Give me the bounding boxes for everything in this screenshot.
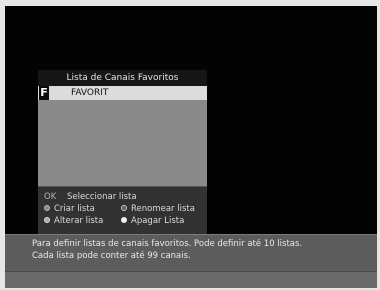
ok-action-label: Seleccionar lista [66,192,137,202]
favorite-tag-icon: F [39,86,49,100]
green-dot-icon [121,204,127,211]
delete-list-button[interactable]: Apagar Lista [121,216,184,227]
ok-hint: OK Seleccionar lista [44,192,137,203]
create-list-label: Criar lista [54,204,95,214]
create-list-button[interactable]: Criar lista [44,204,95,215]
info-text-line-1: Para definir listas de canais favoritos.… [32,239,303,249]
rename-list-label: Renomear lista [131,204,195,214]
bottom-bar [5,271,377,288]
alter-list-label: Alterar lista [54,216,104,226]
yellow-dot-icon [44,216,50,223]
favorites-panel: Lista de Canais Favoritos F FAVORIT OK S… [38,70,207,236]
favorites-list: F FAVORIT [38,86,207,186]
delete-list-label: Apagar Lista [131,216,185,226]
panel-title: Lista de Canais Favoritos [38,70,207,86]
info-text-line-2: Cada lista pode conter até 99 canais. [32,251,191,261]
list-item-label: FAVORIT [71,88,109,98]
ok-key-label: OK [44,192,57,202]
red-dot-icon [44,204,50,211]
controls-legend: OK Seleccionar lista Criar lista Renomea… [38,186,207,236]
blue-dot-icon [121,216,127,223]
list-item-favorit[interactable]: F FAVORIT [38,86,207,100]
alter-list-button[interactable]: Alterar lista [44,216,103,227]
tv-screen: Lista de Canais Favoritos F FAVORIT OK S… [5,6,377,288]
info-bar: Para definir listas de canais favoritos.… [5,234,377,271]
rename-list-button[interactable]: Renomear lista [121,204,195,215]
